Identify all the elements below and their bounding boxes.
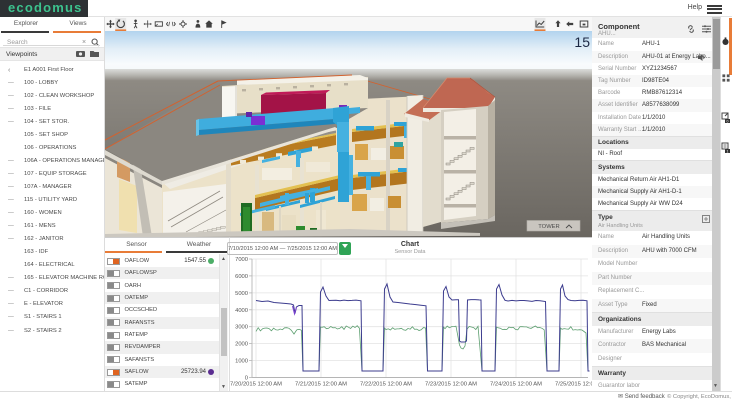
svg-text:1000: 1000: [235, 359, 248, 365]
svg-text:3000: 3000: [235, 325, 248, 331]
svg-text:7000: 7000: [235, 257, 248, 263]
svg-text:7/20/2015 12:00 AM: 7/20/2015 12:00 AM: [230, 382, 282, 388]
svg-text:15: 15: [574, 34, 590, 50]
svg-text:7/23/2015 12:00 AM: 7/23/2015 12:00 AM: [425, 382, 477, 388]
svg-text:2000: 2000: [235, 342, 248, 348]
svg-text:7/22/2015 12:00 AM: 7/22/2015 12:00 AM: [360, 382, 412, 388]
svg-text:1: 1: [726, 149, 728, 153]
svg-text:4000: 4000: [235, 308, 248, 314]
svg-text:7/21/2015 12:00 AM: 7/21/2015 12:00 AM: [295, 382, 347, 388]
svg-text:7/25/2015 12:00 AM: 7/25/2015 12:00 AM: [555, 382, 592, 388]
svg-text:5000: 5000: [235, 291, 248, 297]
svg-text:7/24/2015 12:00 AM: 7/24/2015 12:00 AM: [490, 382, 542, 388]
svg-text:0: 0: [726, 119, 728, 123]
svg-text:6000: 6000: [235, 274, 248, 280]
svg-text:TOWER: TOWER: [538, 224, 559, 230]
